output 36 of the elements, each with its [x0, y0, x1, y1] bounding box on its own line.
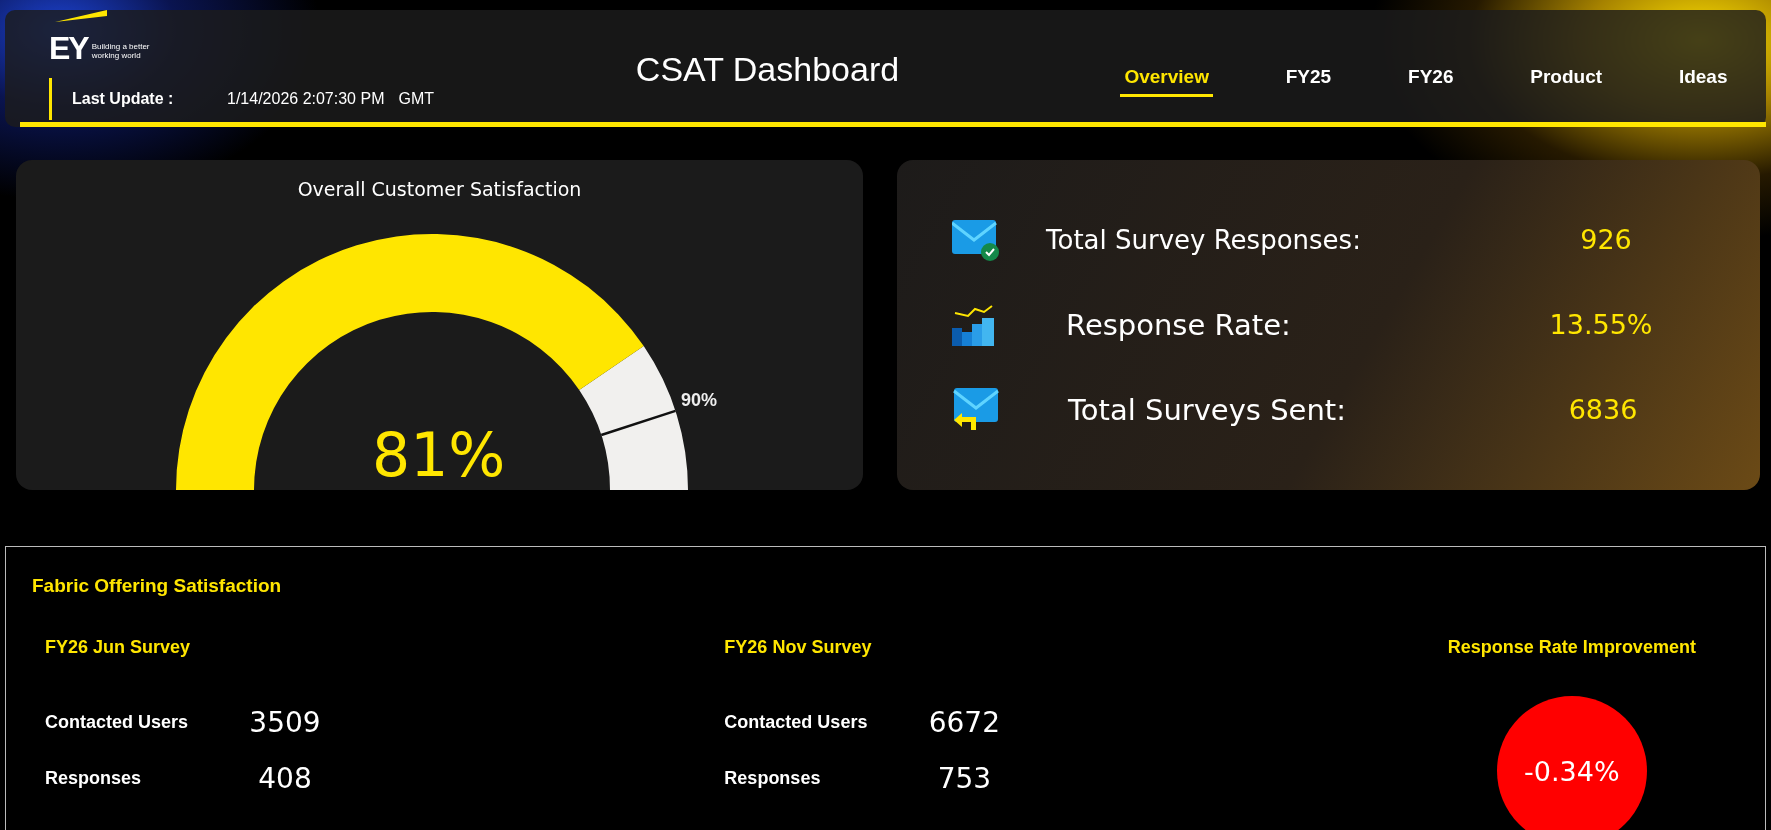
survey-title: FY26 Jun Survey — [45, 637, 192, 658]
logo-tagline: Building a better working world — [91, 42, 151, 62]
improvement-title: Response Rate Improvement — [1447, 637, 1696, 658]
metric-value: 6672 — [927, 705, 1001, 739]
survey-title: FY26 Nov Survey — [724, 637, 873, 658]
target-label: 90% — [681, 390, 718, 411]
nav-tab[interactable]: Product — [1526, 62, 1607, 97]
panel-title: Fabric Offering Satisfaction — [32, 575, 283, 597]
envelope-reply-icon — [952, 387, 1001, 432]
logo-beam-icon — [55, 10, 107, 22]
metric-value: 3509 — [248, 705, 322, 739]
stat-label: Total Surveys Sent: — [1068, 392, 1347, 427]
logo-wordmark: EY — [49, 34, 88, 62]
last-update-label: Last Update : — [72, 90, 175, 108]
stat-value: 6836 — [1567, 394, 1639, 425]
metric-value: 753 — [936, 761, 993, 795]
metric-value: 408 — [257, 761, 313, 795]
stat-value: 13.55% — [1548, 309, 1654, 340]
stat-label: Response Rate: — [1066, 307, 1292, 342]
metric-label: Contacted Users — [45, 711, 190, 733]
gauge-title: Overall Customer Satisfaction — [296, 178, 583, 200]
gauge-value: 81% — [372, 420, 506, 490]
nav-tab[interactable]: Ideas — [1674, 62, 1732, 97]
metric-label: Responses — [45, 767, 143, 789]
nav-tab[interactable]: FY26 — [1404, 62, 1458, 97]
metric-label: Contacted Users — [724, 711, 869, 733]
metric-label: Responses — [724, 767, 822, 789]
stat-label: Total Survey Responses: — [1046, 224, 1362, 255]
stat-value: 926 — [1579, 224, 1633, 255]
envelope-check-icon — [952, 217, 1001, 262]
last-update-value: 1/14/2026 2:07:30 PM — [227, 90, 385, 108]
nav-tab[interactable]: FY25 — [1281, 62, 1336, 97]
nav-tab[interactable]: Overview — [1120, 62, 1213, 97]
improvement-badge: -0.34% — [1496, 696, 1647, 830]
timezone-label: GMT — [398, 90, 434, 108]
dashboard-title: CSAT Dashboard — [634, 50, 901, 89]
